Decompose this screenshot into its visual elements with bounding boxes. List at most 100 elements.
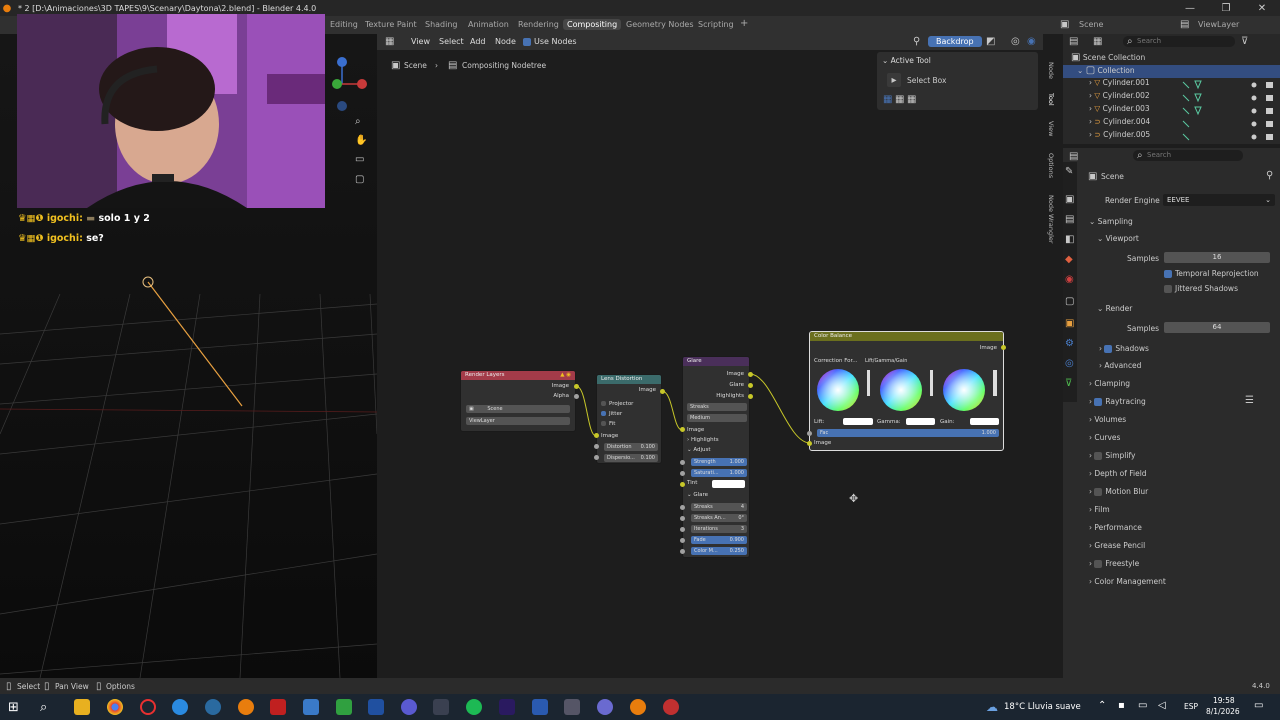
tab-geometry-nodes[interactable]: Geometry Nodes xyxy=(622,19,697,30)
render-image-output-socket[interactable] xyxy=(574,384,579,389)
edge-icon[interactable] xyxy=(172,699,188,715)
select-mode-new-icon[interactable]: ▦ xyxy=(883,94,892,105)
language-indicator[interactable]: ESP xyxy=(1184,702,1198,711)
streaks-angle-input-socket[interactable] xyxy=(680,516,685,521)
maximize-button[interactable]: ❐ xyxy=(1208,3,1244,14)
app-icon[interactable] xyxy=(205,699,221,715)
gamma-color-swatch[interactable] xyxy=(906,418,935,425)
tool-tab-icon[interactable]: ✎ xyxy=(1065,166,1073,177)
tab-texture-paint[interactable]: Texture Paint xyxy=(361,19,421,30)
add-workspace-button[interactable]: + xyxy=(736,17,752,30)
after-effects-icon[interactable] xyxy=(499,699,515,715)
opera-icon[interactable] xyxy=(140,699,156,715)
sampling-panel-header[interactable]: ⌄ Sampling xyxy=(1089,217,1133,226)
camera-icon[interactable]: ▭ xyxy=(355,154,364,165)
fade-input-socket[interactable] xyxy=(680,538,685,543)
network-icon[interactable]: ▭ xyxy=(1138,700,1147,711)
glare-node[interactable]: Glare Image Glare Highlights Streaks Med… xyxy=(682,356,750,558)
motion-blur-panel-header[interactable]: › Motion Blur xyxy=(1089,487,1148,496)
render-samples-field[interactable]: 64 xyxy=(1164,322,1270,333)
tab-animation[interactable]: Animation xyxy=(464,19,513,30)
freestyle-panel-header[interactable]: › Freestyle xyxy=(1089,559,1139,568)
render-engine-dropdown[interactable]: EEVEE ⌄ xyxy=(1163,194,1275,206)
strength-field[interactable]: Strength 1.000 xyxy=(691,458,747,466)
display-mode-icon[interactable]: ▦ xyxy=(1093,36,1102,47)
tab-node-wrangler[interactable]: Node Wrangler xyxy=(1043,190,1055,248)
editor-type-icon[interactable]: ▤ xyxy=(1069,151,1078,162)
glare-type-dropdown[interactable]: Streaks xyxy=(687,403,747,411)
list-icon[interactable]: ☰ xyxy=(1245,395,1254,406)
scene-field[interactable]: ▣ Scene xyxy=(466,405,570,413)
tray-chevron-icon[interactable]: ⌃ xyxy=(1098,700,1106,711)
file-explorer-icon[interactable] xyxy=(74,699,90,715)
vscode-icon[interactable] xyxy=(368,699,384,715)
dispersion-field[interactable]: Dispersio... 0.100 xyxy=(604,454,658,462)
advanced-subpanel-header[interactable]: › Advanced xyxy=(1099,361,1141,370)
adjust-panel[interactable]: ⌄ Adjust xyxy=(687,447,711,453)
render-alpha-output-socket[interactable] xyxy=(574,394,579,399)
distortion-input-socket[interactable] xyxy=(594,444,599,449)
scene-tab-icon[interactable]: ◆ xyxy=(1065,254,1073,265)
app-icon[interactable] xyxy=(597,699,613,715)
projector-checkbox[interactable]: Projector xyxy=(601,401,633,407)
color-modulation-field[interactable]: Color M... 0.250 xyxy=(691,547,747,555)
tint-color-swatch[interactable] xyxy=(712,480,745,488)
color-mod-input-socket[interactable] xyxy=(680,549,685,554)
node-header[interactable]: Color Balance xyxy=(810,332,1003,341)
physics-tab-icon[interactable]: ◎ xyxy=(1065,358,1074,369)
close-button[interactable]: ✕ xyxy=(1244,3,1280,14)
volume-icon[interactable]: ◁ xyxy=(1158,700,1166,711)
search-icon[interactable]: ⌕ xyxy=(40,700,47,715)
zoom-icon[interactable]: ⌕ xyxy=(355,116,361,127)
clock-time[interactable]: 19:58 xyxy=(1213,696,1235,705)
render-layers-node[interactable]: Render Layers ▲ ◉ Image Alpha ▣ Scene Vi… xyxy=(460,370,576,432)
jittered-shadows-checkbox[interactable]: Jittered Shadows xyxy=(1164,284,1238,293)
dispersion-input-socket[interactable] xyxy=(594,455,599,460)
color-balance-node[interactable]: Color Balance Image Correction For... Li… xyxy=(809,331,1004,451)
correction-formula-dropdown[interactable]: Lift/Gamma/Gain xyxy=(862,357,999,365)
grease-pencil-panel-header[interactable]: › Grease Pencil xyxy=(1089,541,1145,550)
pycharm-icon[interactable] xyxy=(336,699,352,715)
app-icon[interactable] xyxy=(401,699,417,715)
node-header[interactable]: Glare xyxy=(683,357,749,366)
clock-date[interactable]: 8/1/2026 xyxy=(1206,707,1240,716)
active-tool-header[interactable]: ⌄ Active Tool xyxy=(882,56,931,65)
tray-app-icon[interactable]: ▪ xyxy=(1118,700,1125,711)
node-header[interactable]: Lens Distortion xyxy=(597,375,661,384)
strength-input-socket[interactable] xyxy=(680,460,685,465)
weather-text[interactable]: 18°C Lluvia suave xyxy=(1004,702,1081,712)
tab-scripting[interactable]: Scripting xyxy=(694,19,738,30)
lens-image-input-socket[interactable] xyxy=(594,433,599,438)
viewport-samples-field[interactable]: 16 xyxy=(1164,252,1270,263)
view-layer-field[interactable]: ViewLayer xyxy=(466,417,570,425)
quality-dropdown[interactable]: Medium xyxy=(687,414,747,422)
render-tab-icon[interactable]: ▣ xyxy=(1065,194,1074,205)
outliner-search-input[interactable]: Search xyxy=(1123,36,1235,47)
film-panel-header[interactable]: › Film xyxy=(1089,505,1110,514)
select-box-icon[interactable]: ▸ xyxy=(887,73,901,87)
lens-image-output-socket[interactable] xyxy=(660,389,665,394)
simplify-panel-header[interactable]: › Simplify xyxy=(1089,451,1135,460)
tab-options[interactable]: Options xyxy=(1043,150,1055,182)
gain-color-wheel[interactable] xyxy=(940,368,1000,416)
collection-tab-icon[interactable]: ▢ xyxy=(1065,296,1074,307)
app-icon[interactable] xyxy=(303,699,319,715)
pan-hand-icon[interactable]: ✋ xyxy=(355,135,367,146)
blender-icon[interactable] xyxy=(630,699,646,715)
glare-glare-output-socket[interactable] xyxy=(748,383,753,388)
properties-search-input[interactable]: Search xyxy=(1133,150,1243,161)
cb-image-output-socket[interactable] xyxy=(1001,345,1006,350)
settings-icon[interactable] xyxy=(564,699,580,715)
world-tab-icon[interactable]: ◉ xyxy=(1065,274,1074,285)
navigation-gizmo[interactable] xyxy=(330,54,370,114)
tab-rendering[interactable]: Rendering xyxy=(514,19,563,30)
render-subpanel-header[interactable]: ⌄ Render xyxy=(1097,304,1132,313)
streaks-field[interactable]: Streaks 4 xyxy=(691,503,747,511)
shadows-subpanel-header[interactable]: › Shadows xyxy=(1099,344,1149,353)
iterations-input-socket[interactable] xyxy=(680,527,685,532)
fac-field[interactable]: Fac 1.000 xyxy=(817,429,999,437)
glare-image-output-socket[interactable] xyxy=(748,372,753,377)
output-tab-icon[interactable]: ▤ xyxy=(1065,214,1074,225)
app-icon[interactable] xyxy=(433,699,449,715)
obs-icon[interactable] xyxy=(663,699,679,715)
